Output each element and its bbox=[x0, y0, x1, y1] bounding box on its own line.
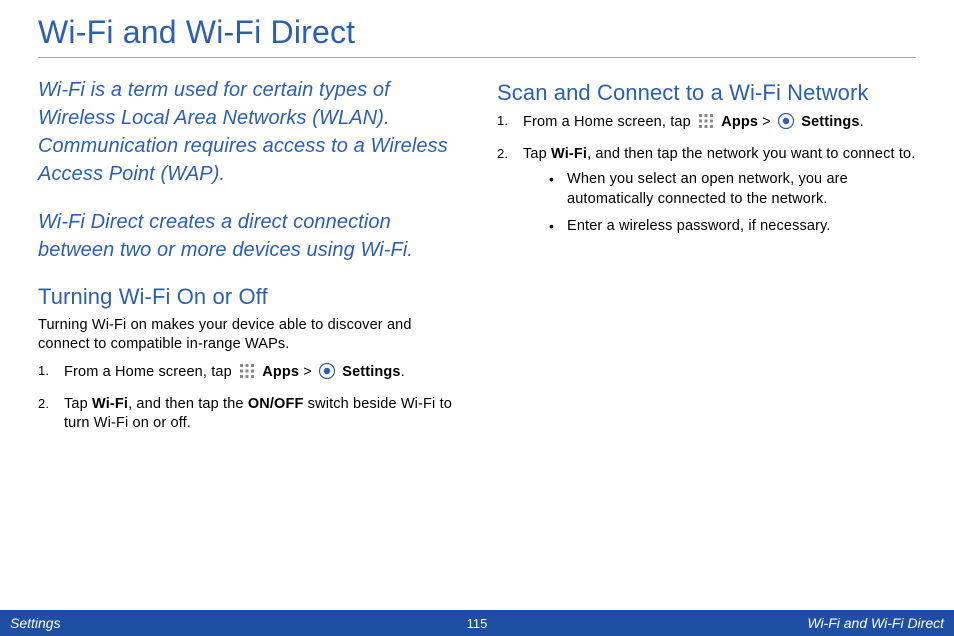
right-step-1: 1. From a Home screen, tap Apps > bbox=[497, 112, 916, 137]
step-separator: > bbox=[303, 364, 316, 380]
step-text: Tap bbox=[64, 396, 92, 412]
settings-icon bbox=[777, 112, 795, 137]
turning-wifi-description: Turning Wi-Fi on makes your device able … bbox=[38, 316, 457, 354]
section-heading-scan-connect: Scan and Connect to a Wi-Fi Network bbox=[497, 80, 916, 106]
intro-paragraph-2: Wi-Fi Direct creates a direct connection… bbox=[38, 208, 457, 264]
step-end: . bbox=[401, 364, 405, 380]
step-text: , and then tap the network you want to c… bbox=[587, 146, 915, 162]
onoff-label: ON/OFF bbox=[248, 396, 304, 412]
page-number: 115 bbox=[467, 616, 488, 631]
step-text: From a Home screen, tap bbox=[523, 114, 695, 130]
apps-icon bbox=[697, 112, 715, 137]
step-text: , and then tap the bbox=[128, 396, 248, 412]
apps-label: Apps bbox=[262, 364, 299, 380]
intro-paragraph-1: Wi-Fi is a term used for certain types o… bbox=[38, 76, 457, 188]
wifi-label: Wi-Fi bbox=[92, 396, 128, 412]
step-end: . bbox=[860, 114, 864, 130]
left-step-2: 2. Tap Wi-Fi, and then tap the ON/OFF sw… bbox=[38, 395, 457, 434]
apps-icon bbox=[238, 362, 256, 387]
settings-label: Settings bbox=[342, 364, 400, 380]
bullet-password: Enter a wireless password, if necessary. bbox=[523, 217, 916, 237]
left-column: Wi-Fi is a term used for certain types o… bbox=[38, 76, 457, 442]
settings-label: Settings bbox=[801, 114, 859, 130]
bullet-open-network: When you select an open network, you are… bbox=[523, 170, 916, 209]
settings-icon bbox=[318, 362, 336, 387]
footer-section-label: Settings bbox=[10, 615, 61, 631]
page-title: Wi-Fi and Wi-Fi Direct bbox=[38, 14, 916, 58]
right-column: Scan and Connect to a Wi-Fi Network 1. F… bbox=[497, 76, 916, 442]
footer-topic-label: Wi-Fi and Wi-Fi Direct bbox=[807, 615, 944, 631]
left-step-1: 1. From a Home screen, tap Apps > bbox=[38, 362, 457, 387]
step-text: From a Home screen, tap bbox=[64, 364, 236, 380]
section-heading-turning-wifi: Turning Wi-Fi On or Off bbox=[38, 284, 457, 310]
page-footer: Settings 115 Wi-Fi and Wi-Fi Direct bbox=[0, 610, 954, 636]
apps-label: Apps bbox=[721, 114, 758, 130]
wifi-label: Wi-Fi bbox=[551, 146, 587, 162]
step-text: Tap bbox=[523, 146, 551, 162]
step-separator: > bbox=[762, 114, 775, 130]
right-step-2: 2. Tap Wi-Fi, and then tap the network y… bbox=[497, 145, 916, 237]
